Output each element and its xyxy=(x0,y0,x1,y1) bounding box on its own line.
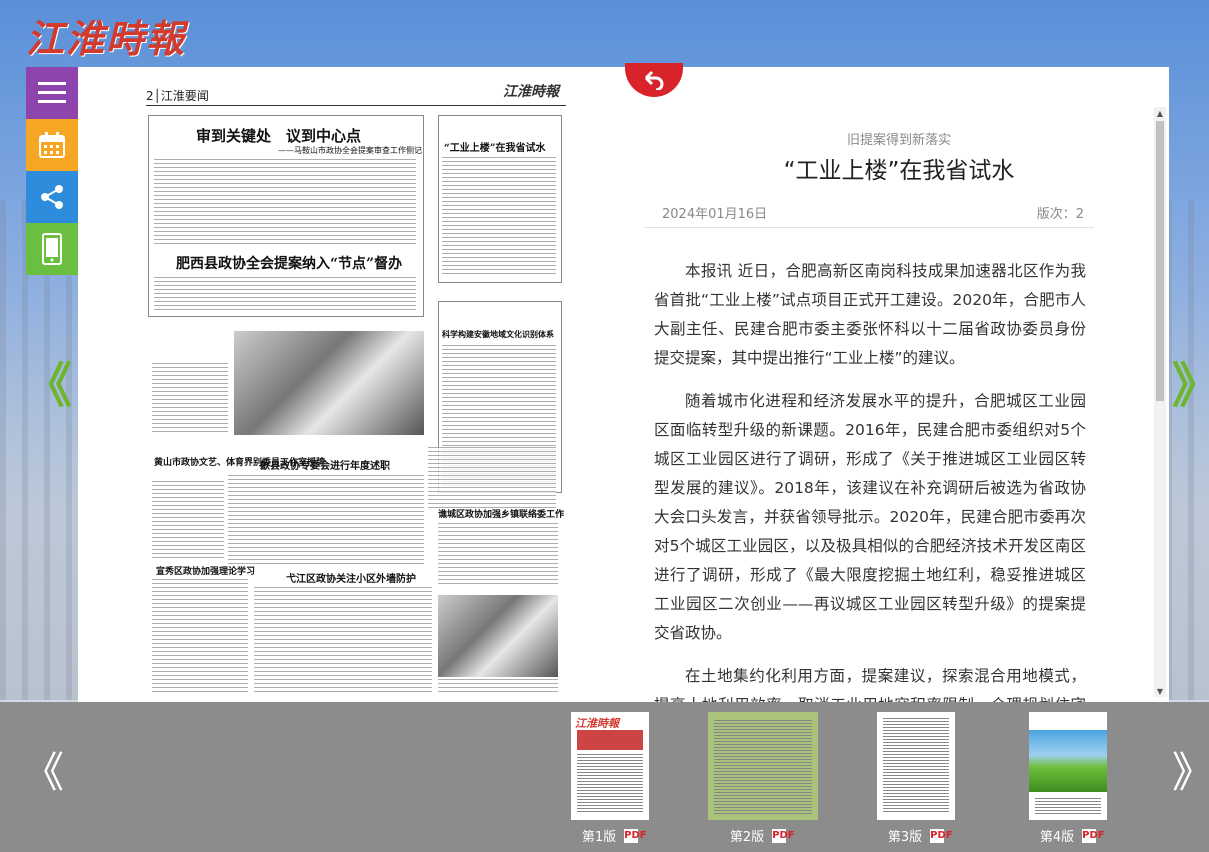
scroll-up-icon[interactable]: ▲ xyxy=(1155,109,1165,119)
headline-9: 谯城区政协加强乡镇联络委工作 xyxy=(438,510,565,520)
share-icon xyxy=(41,185,63,209)
page-thumb-2[interactable]: 第2版 PDF xyxy=(708,712,818,845)
page-thumb-image[interactable] xyxy=(1029,712,1107,820)
menu-button[interactable] xyxy=(26,67,78,119)
article-paragraph: 本报讯 近日，合肥高新区南岗科技成果加速器北区作为我省首批“工业上楼”试点项目正… xyxy=(654,262,1086,367)
share-button[interactable] xyxy=(26,171,78,223)
scrollbar-thumb[interactable] xyxy=(1156,121,1164,401)
page-thumb-4[interactable]: 第4版 PDF xyxy=(1018,712,1118,845)
thumb-ad-image xyxy=(1029,730,1107,792)
headline-6: 歙县政协专委会进行年度述职 xyxy=(260,461,390,472)
site-logo: 江淮時報 xyxy=(26,16,187,61)
next-article-arrow[interactable]: 》 xyxy=(1172,362,1209,410)
text-column xyxy=(152,579,248,695)
menu-icon xyxy=(38,82,66,103)
article-paragraph: 在土地集约化利用方面，提案建议，探索混合用地模式，提高土地利用效率。取消工业用地… xyxy=(654,667,1086,702)
page-thumb-image-active[interactable] xyxy=(708,712,818,820)
headline-7: 宣秀区政协加强理论学习 xyxy=(156,567,256,577)
text-column xyxy=(428,447,556,511)
calendar-icon xyxy=(39,132,65,158)
thumb-text xyxy=(1035,798,1101,814)
article-meta: 2024年01月16日 版次：2 xyxy=(662,203,1084,222)
page-label: 第4版 xyxy=(1039,830,1075,845)
thumb-text xyxy=(714,720,812,814)
text-column xyxy=(438,523,558,587)
page-thumb-3[interactable]: 第3版 PDF xyxy=(866,712,966,845)
text-column xyxy=(228,475,424,565)
headline-1-sub: ——马鞍山市政协全会提案审查工作侧记 xyxy=(278,146,422,155)
mobile-phone-icon xyxy=(42,233,62,265)
page-thumbnail-bar: 《 江淮時報 第1版 PDF 第2版 PDF 第3版 PDF 第4版 PDF 》 xyxy=(0,702,1209,852)
pdf-icon[interactable]: PDF xyxy=(1082,828,1105,843)
scroll-down-icon[interactable]: ▼ xyxy=(1155,687,1165,697)
pdf-icon[interactable]: PDF xyxy=(772,828,795,843)
text-column xyxy=(254,587,432,695)
article-panel: 旧提案得到新落实 “工业上楼”在我省试水 2024年01月16日 版次：2 本报… xyxy=(644,67,1154,702)
pdf-icon[interactable]: PDF xyxy=(624,828,647,843)
news-photo xyxy=(438,595,558,677)
article-body: 本报讯 近日，合肥高新区南岗科技成果加速器北区作为我省首批“工业上楼”试点项目正… xyxy=(654,257,1086,702)
meta-divider xyxy=(644,227,1094,228)
page-thumb-image[interactable] xyxy=(877,712,955,820)
prev-thumbnails-arrow[interactable]: 《 xyxy=(22,752,64,794)
page-label: 第3版 xyxy=(887,830,923,845)
headline-1: 审到关键处 议到中心点 xyxy=(196,127,362,145)
next-thumbnails-arrow[interactable]: 》 xyxy=(1172,752,1209,794)
thumb-text xyxy=(883,718,949,814)
thumb-banner xyxy=(577,730,643,750)
mobile-button[interactable] xyxy=(26,223,78,275)
header-rule xyxy=(146,105,566,106)
page-label: 第1版 xyxy=(581,830,617,845)
article-title: “工业上楼”在我省试水 xyxy=(783,158,1015,184)
article-paragraph: 随着城市化进程和经济发展水平的提升，合肥城区工业园区面临转型升级的新课题。201… xyxy=(654,392,1086,642)
text-column xyxy=(152,481,224,559)
thumb-text xyxy=(577,754,643,814)
text-column xyxy=(154,159,416,245)
article-subtitle: 旧提案得到新落实 xyxy=(846,133,951,148)
headline-4: 科学构建安徽地域文化识别体系 xyxy=(442,329,554,339)
article-date: 2024年01月16日 xyxy=(662,207,768,222)
text-column xyxy=(438,679,558,695)
article-scrollbar[interactable]: ▲ ▼ xyxy=(1154,107,1166,697)
prev-article-arrow[interactable]: 《 xyxy=(24,362,72,410)
newspaper-page-image[interactable]: 2│江淮要闻 江淮時報 审到关键处 议到中心点 ——马鞍山市政协全会提案审查工作… xyxy=(78,67,625,702)
page-label: 第2版 xyxy=(729,830,765,845)
calendar-button[interactable] xyxy=(26,119,78,171)
text-column xyxy=(442,157,556,277)
news-photo xyxy=(234,331,424,435)
page-header: 2│江淮要闻 xyxy=(146,89,209,103)
text-column xyxy=(154,277,416,311)
article-edition: 版次：2 xyxy=(1036,207,1084,222)
headline-8: 弋江区政协关注小区外墙防护 xyxy=(286,574,416,585)
main-panel: 2│江淮要闻 江淮時報 审到关键处 议到中心点 ——马鞍山市政协全会提案审查工作… xyxy=(78,63,1169,702)
thumb-masthead: 江淮時報 xyxy=(575,717,619,730)
masthead-small: 江淮時報 xyxy=(503,84,559,100)
page-thumb-1[interactable]: 江淮時報 第1版 PDF xyxy=(560,712,660,845)
headline-3: “工业上楼”在我省试水 xyxy=(444,143,546,154)
pdf-icon[interactable]: PDF xyxy=(930,828,953,843)
headline-2: 肥西县政协全会提案纳入“节点”督办 xyxy=(176,256,403,272)
page-thumb-image[interactable]: 江淮時報 xyxy=(571,712,649,820)
text-column xyxy=(152,363,228,433)
